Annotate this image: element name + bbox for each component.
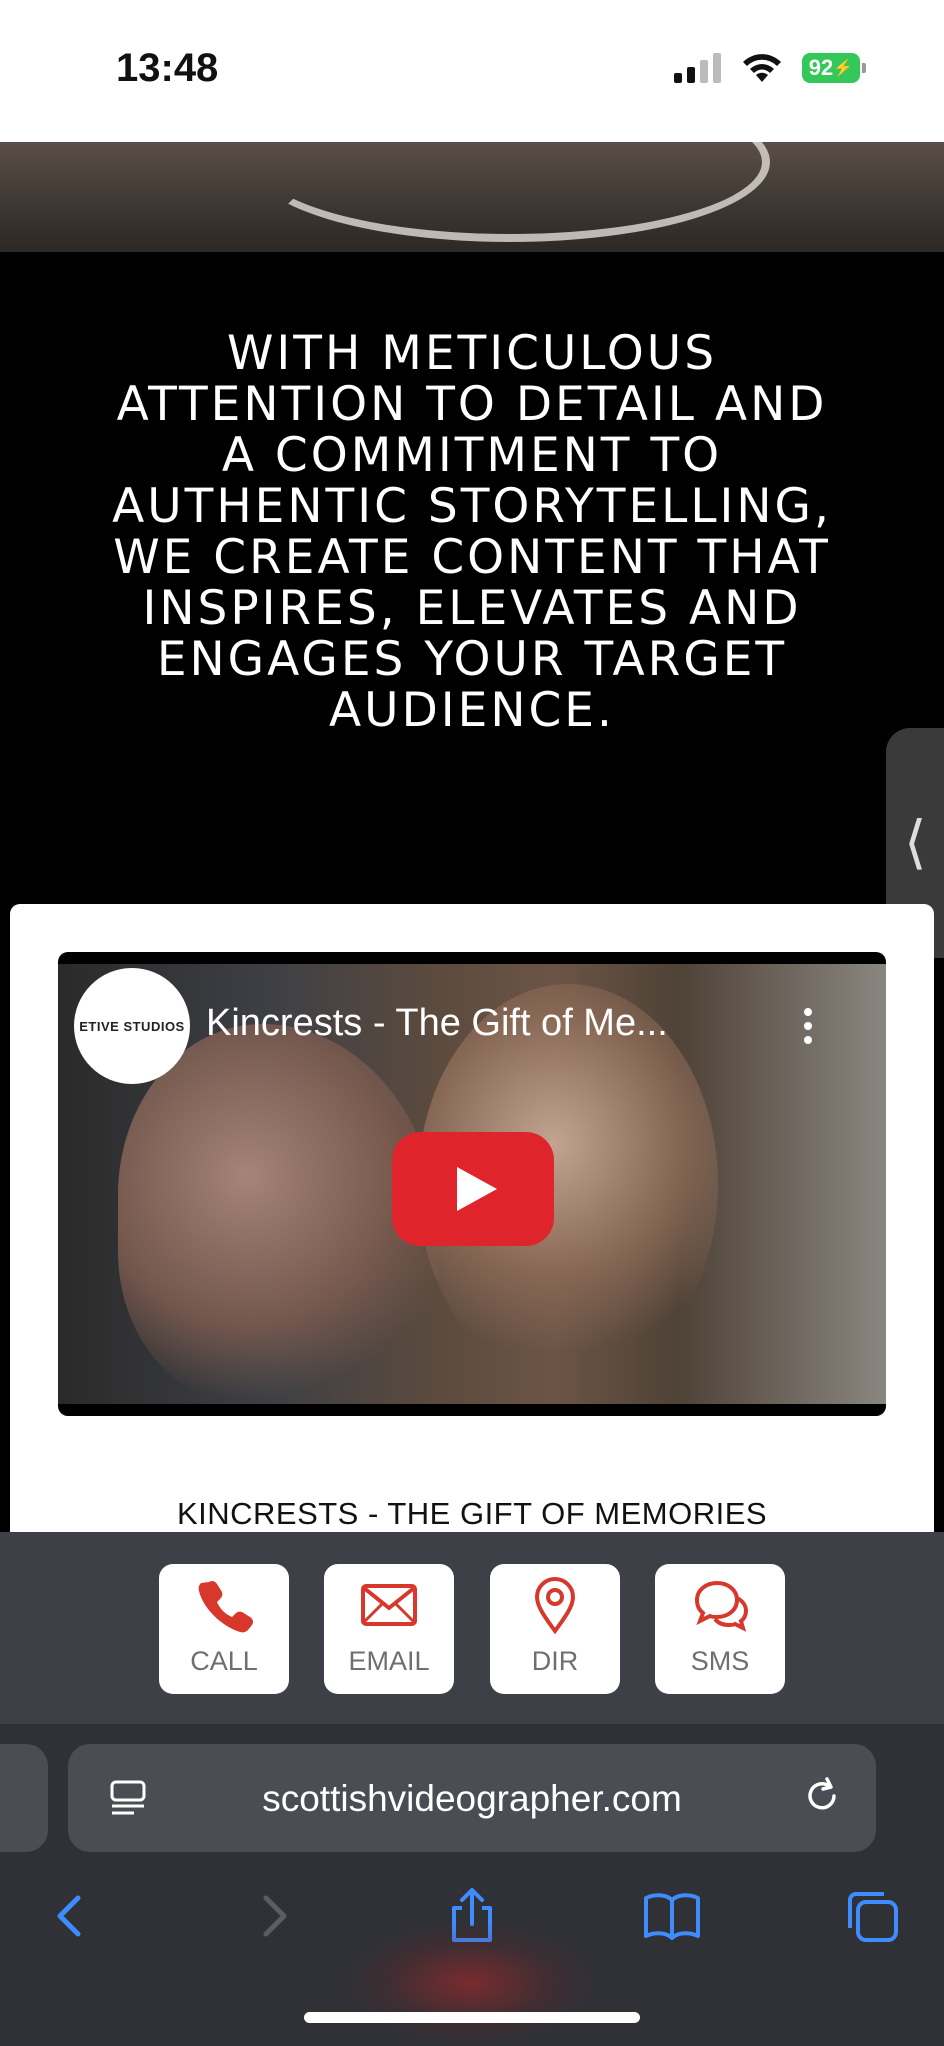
home-indicator[interactable] [304, 2012, 640, 2023]
video-title[interactable]: Kincrests - The Gift of Me... [206, 1002, 668, 1045]
book-icon [644, 1893, 700, 1940]
chat-bubbles-icon [694, 1580, 749, 1632]
call-button[interactable]: CALL [159, 1564, 289, 1694]
sms-label: SMS [690, 1646, 750, 1676]
battery-level: 92 ⚡ [802, 53, 860, 83]
call-label: CALL [190, 1646, 258, 1676]
status-icons: 92 ⚡ [674, 52, 866, 84]
tabs-button[interactable] [842, 1886, 902, 1946]
back-button[interactable] [40, 1886, 100, 1946]
chevron-right-icon [263, 1895, 287, 1937]
contact-action-bar: CALL EMAIL DIR SMS [0, 1532, 944, 1724]
status-time: 13:48 [116, 46, 219, 90]
directions-button[interactable]: DIR [490, 1564, 620, 1694]
chevron-left-icon [57, 1895, 81, 1937]
sms-button[interactable]: SMS [655, 1564, 785, 1694]
bookmarks-button[interactable] [642, 1886, 702, 1946]
youtube-video-embed[interactable]: ETIVE STUDIOS Kincrests - The Gift of Me… [58, 952, 886, 1416]
battery-indicator: 92 ⚡ [802, 53, 866, 83]
more-options-icon[interactable] [788, 1004, 828, 1054]
previous-tab-peek[interactable] [0, 1744, 48, 1852]
headline-section: WITH METICULOUS ATTENTION TO DETAIL AND … [0, 252, 944, 904]
video-caption: KINCRESTS - THE GIFT OF MEMORIES [176, 1496, 768, 1531]
forward-button[interactable] [244, 1886, 304, 1946]
play-icon [457, 1167, 497, 1211]
email-button[interactable]: EMAIL [324, 1564, 454, 1694]
video-card: ETIVE STUDIOS Kincrests - The Gift of Me… [10, 904, 934, 1544]
reload-icon[interactable] [800, 1774, 844, 1818]
envelope-icon [361, 1584, 417, 1626]
play-button[interactable] [392, 1132, 554, 1246]
channel-avatar[interactable]: ETIVE STUDIOS [74, 968, 190, 1084]
address-bar[interactable]: scottishvideographer.com [68, 1744, 876, 1852]
status-bar: 13:48 92 ⚡ [0, 0, 944, 142]
directions-label: DIR [531, 1646, 579, 1676]
wifi-icon [743, 54, 781, 82]
email-label: EMAIL [348, 1646, 430, 1676]
url-text[interactable]: scottishvideographer.com [68, 1778, 876, 1820]
hero-image [0, 142, 944, 252]
channel-logo-text: ETIVE STUDIOS [79, 1018, 185, 1034]
map-pin-icon [534, 1577, 576, 1634]
tabs-icon [848, 1892, 898, 1942]
chevron-left-icon: ⟨ [904, 808, 927, 876]
headline-text: WITH METICULOUS ATTENTION TO DETAIL AND … [112, 326, 832, 738]
phone-icon [198, 1580, 253, 1633]
cellular-signal-icon [674, 53, 721, 83]
